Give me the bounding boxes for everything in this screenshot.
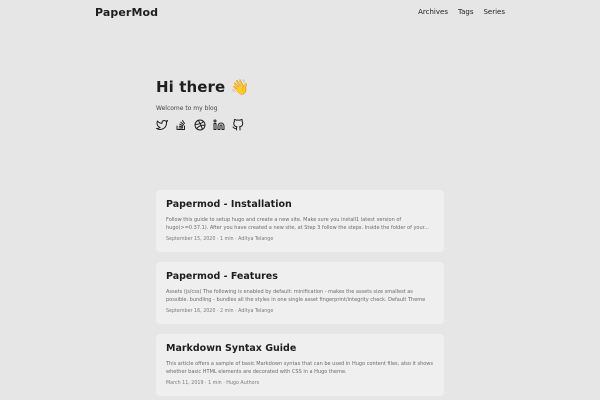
post-summary: Assets (js/css) The following is enabled… [166,289,426,303]
post-title: Markdown Syntax Guide [166,343,297,354]
site-logo-link[interactable]: PaperMod [95,6,158,19]
post-card[interactable]: Papermod - Features Assets (js/css) The … [156,262,444,324]
linkedin-icon[interactable] [213,119,225,131]
post-summary: Follow this guide to setup hugo and crea… [166,217,430,231]
post-card[interactable]: Papermod - Installation Follow this guid… [156,190,444,252]
main-menu: Archives Tags Series [418,8,505,16]
home-info: Hi there 👋 Welcome to my blog [156,78,446,131]
menu-item-tags[interactable]: Tags [458,8,474,16]
site-header: PaperMod Archives Tags Series [0,0,600,26]
post-title: Papermod - Features [166,271,278,282]
post-title: Papermod - Installation [166,199,292,210]
twitter-icon[interactable] [156,119,168,131]
post-card[interactable]: Markdown Syntax Guide This article offer… [156,334,444,396]
post-meta: September 16, 2020 · 2 min · Aditya Tela… [166,309,274,314]
home-title: Hi there 👋 [156,78,250,96]
github-icon[interactable] [232,119,244,131]
home-subtitle: Welcome to my blog [156,105,218,112]
dribbble-icon[interactable] [194,119,206,131]
post-meta: September 15, 2020 · 1 min · Aditya Tela… [166,237,274,242]
social-icons [156,119,446,131]
post-meta: March 11, 2019 · 1 min · Hugo Authors [166,381,260,386]
stackoverflow-icon[interactable] [175,119,187,131]
menu-item-archives[interactable]: Archives [418,8,448,16]
post-summary: This article offers a sample of basic Ma… [166,361,433,375]
menu-item-series[interactable]: Series [483,8,505,16]
